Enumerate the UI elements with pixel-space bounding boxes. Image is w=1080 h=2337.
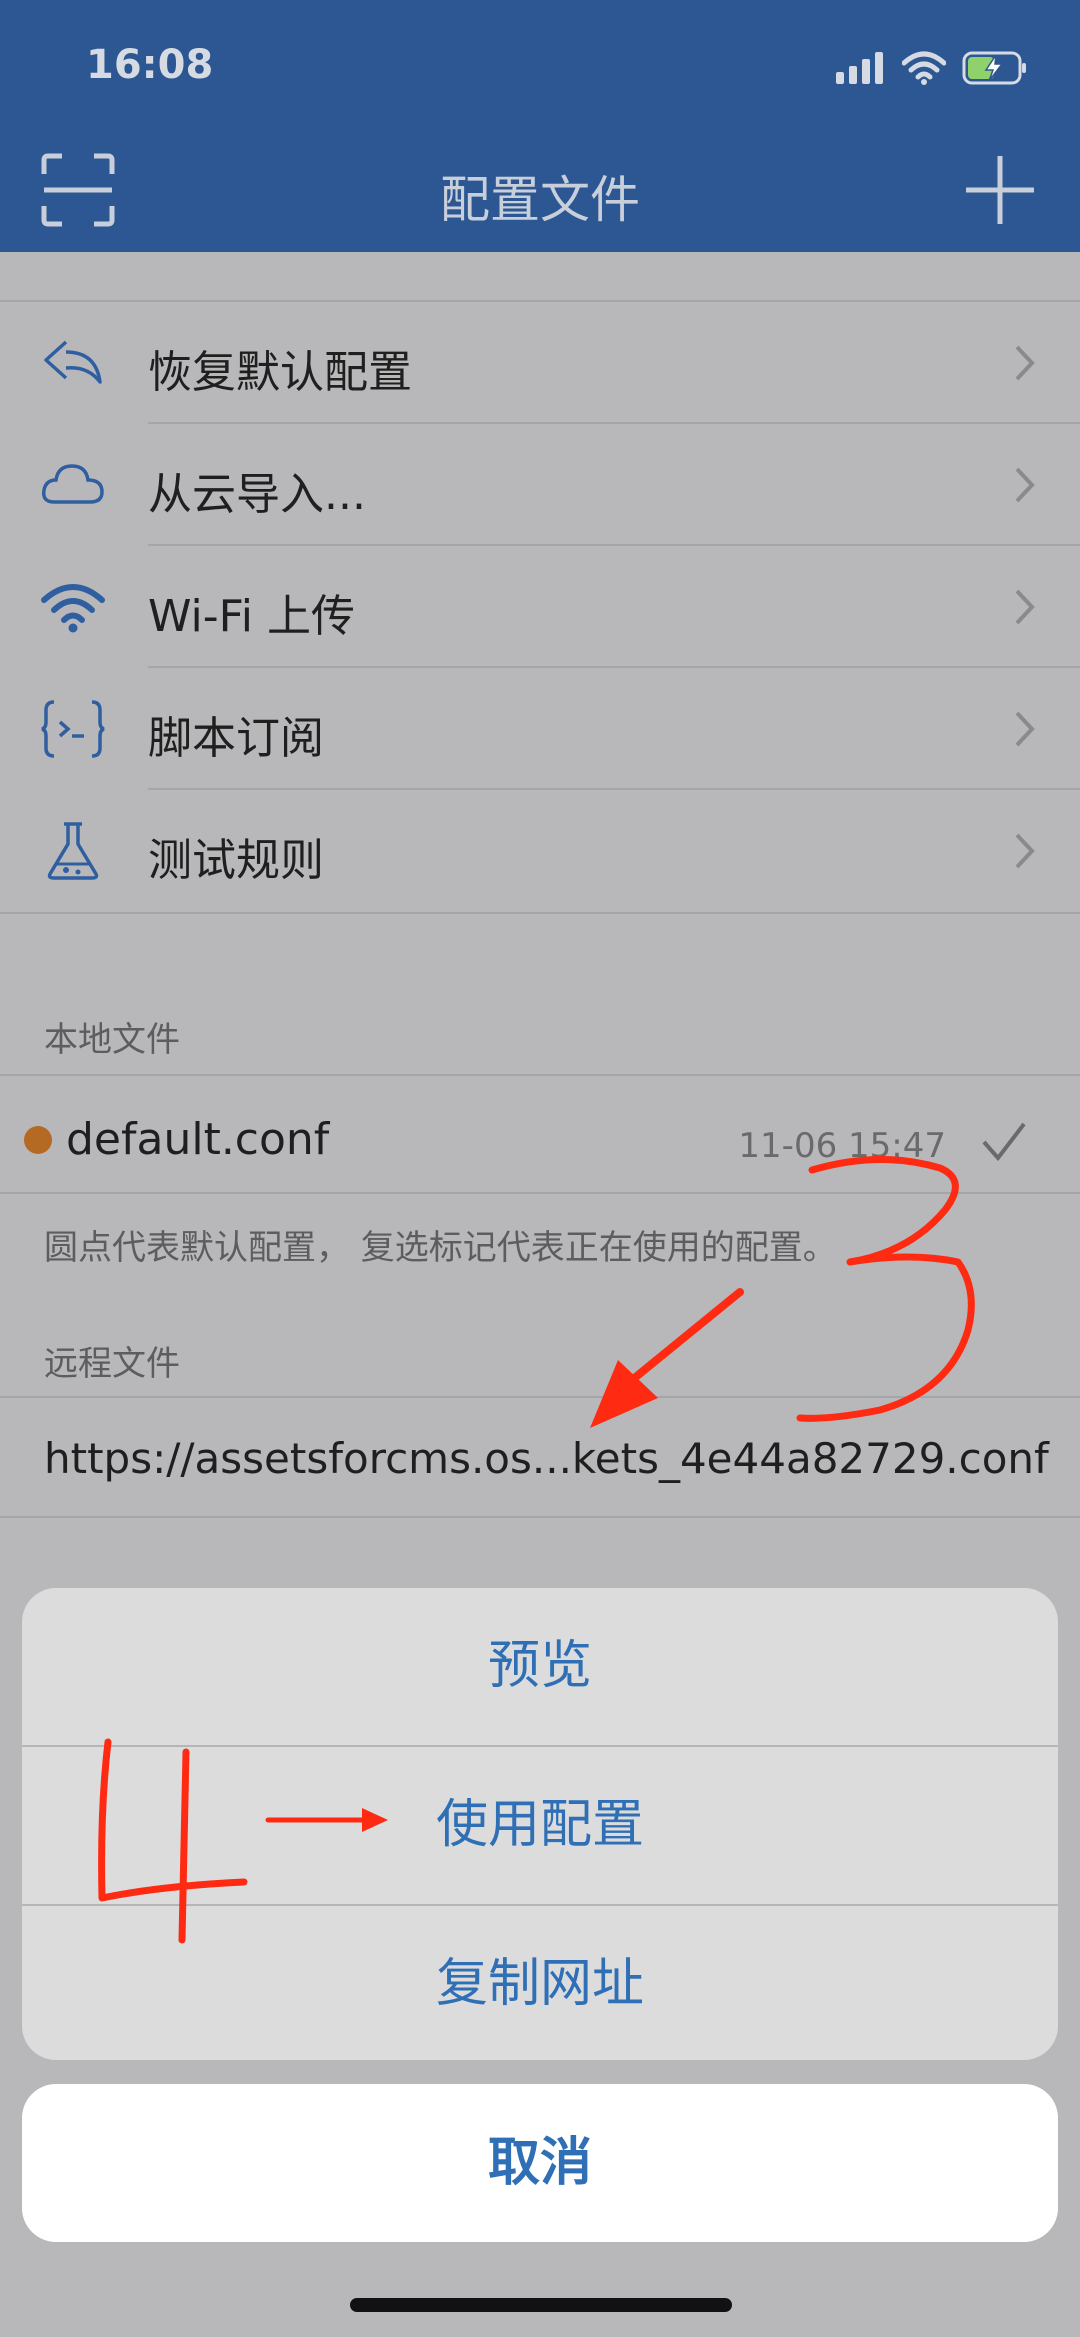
page-title: 配置文件 [440, 171, 640, 229]
cancel-button[interactable]: 取消 [22, 2084, 1058, 2242]
chevron-right-icon [1015, 711, 1035, 747]
local-files-header: 本地文件 [44, 1020, 180, 1060]
copy-url-button[interactable]: 复制网址 [22, 1906, 1058, 2060]
action-sheet: 预览 使用配置 复制网址 [22, 1588, 1058, 2060]
annotation-number-3 [796, 1156, 975, 1422]
cloud-icon [41, 464, 104, 504]
menu-item-restore-default[interactable]: 恢复默认配置 [0, 302, 1080, 424]
remote-file-url: https://assetsforcms.os...kets_4e44a8272… [44, 1434, 1049, 1483]
menu-item-test-rules[interactable]: 测试规则 [0, 790, 1080, 912]
menu-item-label: 脚本订阅 [148, 713, 324, 764]
menu-item-label: Wi-Fi 上传 [148, 591, 355, 642]
home-indicator[interactable] [350, 2298, 732, 2312]
wifi-icon [41, 584, 105, 633]
local-file-name: default.conf [66, 1114, 330, 1165]
local-file-timestamp: 11-06 15:47 [738, 1126, 946, 1166]
status-time: 16:08 [86, 42, 214, 88]
battery-charging-icon [962, 51, 1026, 85]
chevron-right-icon [1015, 345, 1035, 381]
preview-button[interactable]: 预览 [22, 1588, 1058, 1745]
menu-item-label: 测试规则 [148, 835, 324, 886]
checkmark-icon [982, 1122, 1026, 1162]
wifi-status-icon [902, 51, 946, 85]
undo-arrow-icon [44, 340, 102, 384]
menu-item-label: 从云导入... [148, 469, 366, 520]
app-screen: 16:08 配置文件 恢复默认配置 从云导入... Wi-Fi 上传 脚本订阅 … [0, 0, 1080, 2337]
remote-files-header: 远程文件 [44, 1344, 180, 1384]
navigation-header: 16:08 配置文件 [0, 0, 1080, 252]
chevron-right-icon [1015, 589, 1035, 625]
settings-menu: 恢复默认配置 从云导入... Wi-Fi 上传 脚本订阅 测试规则 [0, 300, 1080, 914]
chevron-right-icon [1015, 467, 1035, 503]
cellular-signal-icon [836, 52, 883, 84]
menu-item-script-subscription[interactable]: 脚本订阅 [0, 668, 1080, 790]
add-button[interactable] [962, 152, 1038, 228]
script-braces-icon [41, 700, 105, 758]
menu-item-label: 恢复默认配置 [148, 347, 412, 398]
menu-item-wifi-upload[interactable]: Wi-Fi 上传 [0, 546, 1080, 668]
status-icons [836, 48, 1028, 88]
flask-icon [47, 822, 99, 880]
menu-item-import-cloud[interactable]: 从云导入... [0, 424, 1080, 546]
chevron-right-icon [1015, 833, 1035, 869]
local-file-row[interactable]: default.conf 11-06 15:47 [0, 1074, 1080, 1194]
remote-file-row[interactable]: https://assetsforcms.os...kets_4e44a8272… [0, 1396, 1080, 1518]
local-files-hint: 圆点代表默认配置， 复选标记代表正在使用的配置。 [44, 1228, 837, 1268]
default-dot [24, 1126, 52, 1154]
use-config-button[interactable]: 使用配置 [22, 1747, 1058, 1904]
